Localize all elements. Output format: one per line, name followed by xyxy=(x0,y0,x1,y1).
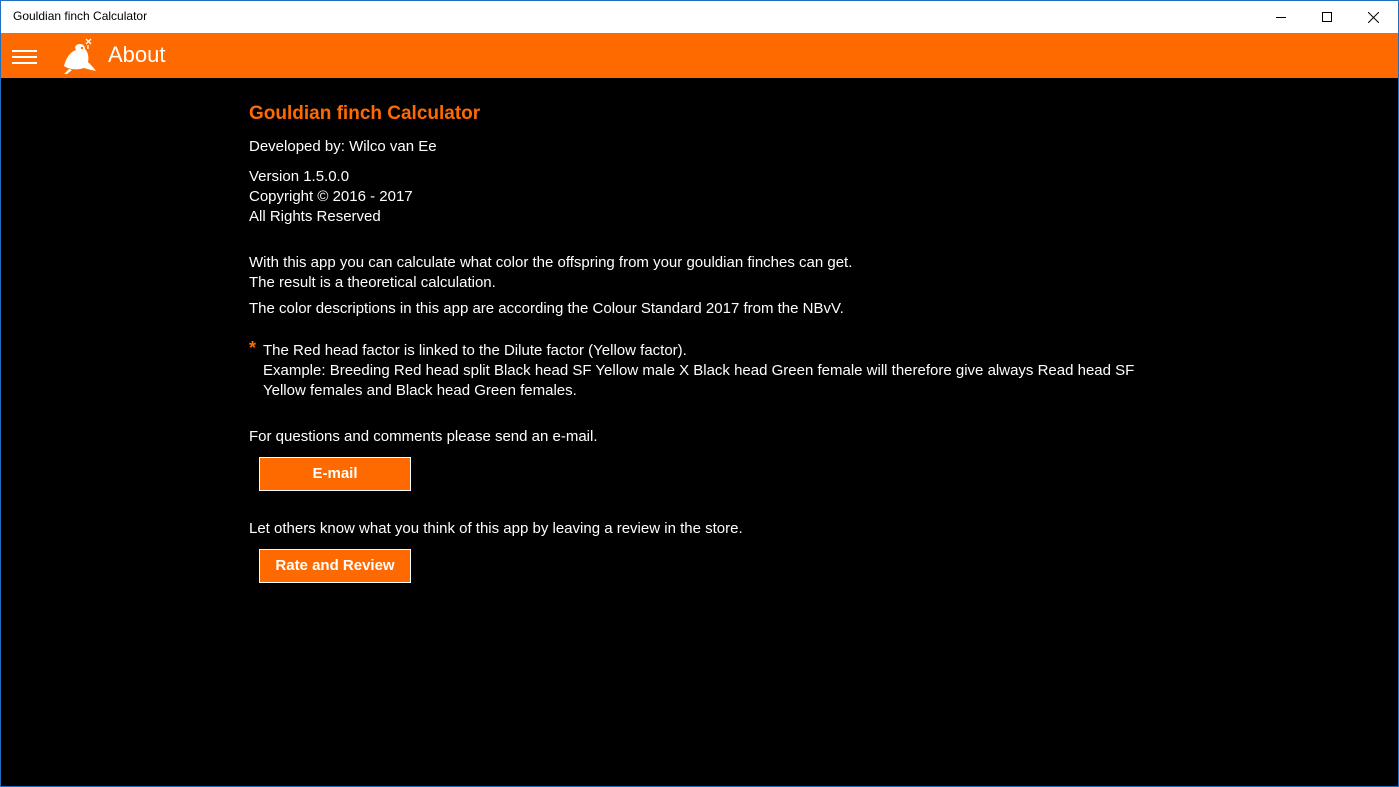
red-head-note: * The Red head factor is linked to the D… xyxy=(249,338,1143,401)
email-prompt-text: For questions and comments please send a… xyxy=(249,428,598,445)
minimize-button[interactable] xyxy=(1258,1,1304,33)
developer-text: Developed by: Wilco van Ee xyxy=(249,138,437,155)
gouldian-finch-logo-icon xyxy=(64,38,96,74)
app-window: Gouldian finch Calculator About Gouldian… xyxy=(0,0,1399,787)
window-title: Gouldian finch Calculator xyxy=(13,9,148,23)
maximize-icon xyxy=(1322,12,1332,22)
close-icon xyxy=(1367,11,1379,23)
description-line-2: The result is a theoretical calculation. xyxy=(249,274,496,291)
review-prompt-text: Let others know what you think of this a… xyxy=(249,520,743,537)
app-header: About xyxy=(1,33,1398,78)
copyright-text: Copyright © 2016 - 2017 xyxy=(249,188,413,205)
note-asterisk: * xyxy=(249,338,257,358)
rate-and-review-button[interactable]: Rate and Review xyxy=(259,549,411,583)
email-button[interactable]: E-mail xyxy=(259,457,411,491)
app-name-heading: Gouldian finch Calculator xyxy=(249,103,481,124)
minimize-icon xyxy=(1276,17,1286,18)
rights-text: All Rights Reserved xyxy=(249,208,381,225)
about-content: Gouldian finch Calculator Developed by: … xyxy=(249,101,1249,597)
version-text: Version 1.5.0.0 xyxy=(249,168,350,185)
title-bar: Gouldian finch Calculator xyxy=(1,1,1398,33)
close-button[interactable] xyxy=(1350,1,1396,33)
hamburger-menu-icon xyxy=(12,50,37,52)
maximize-button[interactable] xyxy=(1304,1,1350,33)
note-line-2: Example: Breeding Red head split Black h… xyxy=(263,362,1135,399)
hamburger-menu-button[interactable] xyxy=(9,43,41,69)
page-title: About xyxy=(108,42,166,67)
note-line-1: The Red head factor is linked to the Dil… xyxy=(263,342,687,359)
description-line-3: The color descriptions in this app are a… xyxy=(249,300,844,317)
description-line-1: With this app you can calculate what col… xyxy=(249,254,853,271)
